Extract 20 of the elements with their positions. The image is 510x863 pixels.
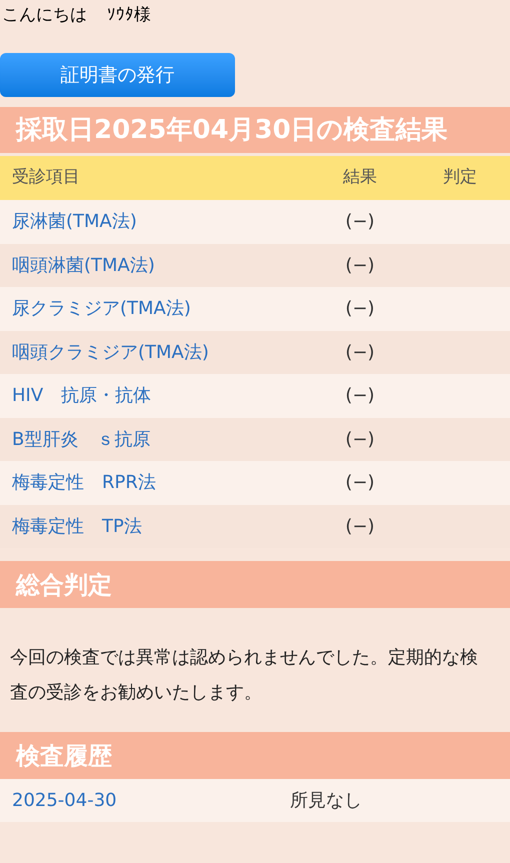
section-header: 採取日2025年04月30日の検査結果 bbox=[0, 107, 510, 153]
table-cell-text: (−) bbox=[344, 428, 376, 452]
table-cell-text: (−) bbox=[344, 340, 376, 365]
column-header: 受診項目 bbox=[11, 166, 81, 190]
table-cell-text: (−) bbox=[344, 210, 376, 234]
greeting-text: こんにちは bbox=[2, 4, 87, 28]
history-date-link[interactable]: 2025-04-30 bbox=[0, 787, 290, 814]
column-header: 判定 bbox=[442, 166, 478, 190]
table-cell-text: (−) bbox=[344, 514, 376, 539]
section-header: 総合判定 bbox=[0, 561, 510, 608]
table-cell-text: (−) bbox=[344, 254, 376, 278]
column-header: 結果 bbox=[342, 166, 378, 190]
table-cell-text: (−) bbox=[344, 384, 376, 408]
table-cell-text: (−) bbox=[344, 471, 376, 496]
overall-message: 今回の検査では異常は認められませんでした。定期的な検査の受診をお勧めいたします。 bbox=[9, 646, 479, 705]
user-name: ｿｳﾀ様 bbox=[107, 4, 151, 28]
table-cell-text: 所見なし bbox=[290, 789, 362, 813]
section-header: 検査履歴 bbox=[0, 732, 510, 779]
table-cell-text: (−) bbox=[344, 297, 376, 322]
certificate-button[interactable]: 証明書の発行 bbox=[0, 53, 235, 97]
